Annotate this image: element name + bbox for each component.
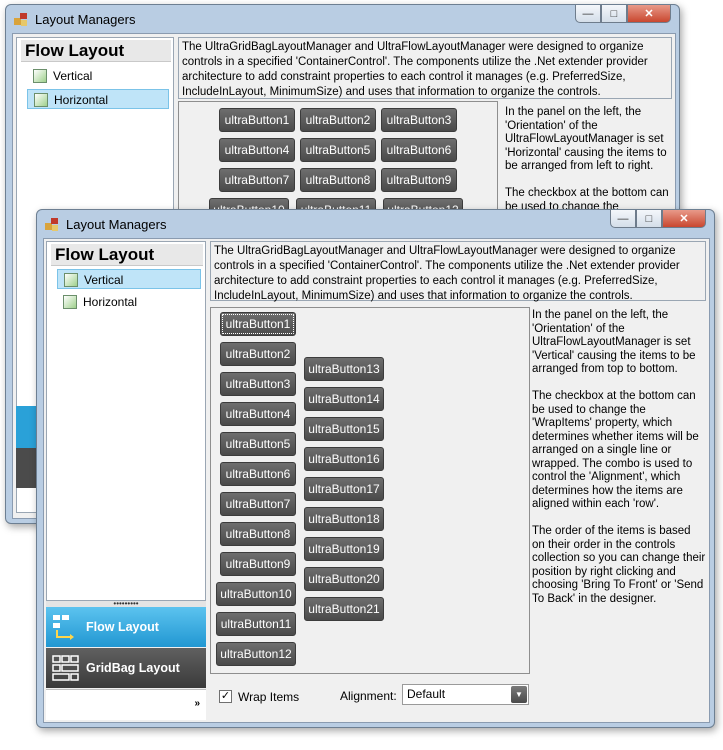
ultra-button[interactable]: ultraButton2 [300,108,376,132]
ultra-button[interactable]: ultraButton11 [216,612,296,636]
description-text: The UltraGridBagLayoutManager and UltraF… [178,37,672,99]
ultra-button[interactable]: ultraButton8 [300,168,376,192]
ultra-button[interactable]: ultraButton9 [220,552,296,576]
ultra-button[interactable]: ultraButton20 [304,567,384,591]
front-flow-panel: ultraButton1 ultraButton2 ultraButton3 ultr… [210,307,530,674]
ultra-button[interactable]: ultraButton14 [304,387,384,411]
back-titlebar[interactable]: Layout Managers — □ ✕ [6,5,679,33]
ultra-button[interactable]: ultraButton5 [220,432,296,456]
ultra-button[interactable]: ultraButton13 [304,357,384,381]
ultra-button[interactable]: ultraButton5 [300,138,376,162]
ultra-button[interactable]: ultraButton4 [219,138,295,162]
ultra-button[interactable]: ultraButton21 [304,597,384,621]
outlook-group-label: Flow Layout [86,620,159,634]
app-icon [14,13,28,27]
back-flow-panel: ultraButton1 ultraButton2 ultraButton3 u… [178,101,498,222]
gridbag-layout-icon [52,655,79,681]
nav-item-vertical[interactable]: Vertical [57,269,201,289]
ultra-button[interactable]: ultraButton7 [220,492,296,516]
ultra-button[interactable]: ultraButton10 [216,582,296,606]
ultra-button[interactable]: ultraButton19 [304,537,384,561]
ultra-button[interactable]: ultraButton8 [220,522,296,546]
window-title: Layout Managers [66,217,167,232]
nav-item-horizontal[interactable]: Horizontal [27,89,169,109]
maximize-button[interactable]: □ [636,210,662,228]
close-button[interactable]: ✕ [627,5,671,23]
ultra-button[interactable]: ultraButton15 [304,417,384,441]
outlook-group-gridbag-layout[interactable]: GridBag Layout [46,648,206,688]
minimize-button[interactable]: — [575,5,601,23]
wrap-items-label: Wrap Items [238,690,300,704]
ultra-button[interactable]: ultraButton3 [381,108,457,132]
nav-header: Flow Layout [51,244,203,266]
layout-node-icon [34,93,48,107]
window-title: Layout Managers [35,12,136,27]
flow-layout-icon [53,615,74,640]
nav-item-label: Vertical [53,69,93,83]
alignment-value: Default [407,687,446,701]
ultra-button[interactable]: ultraButton2 [220,342,296,366]
ultra-button[interactable]: ultraButton16 [304,447,384,471]
ultra-button[interactable]: ultraButton6 [220,462,296,486]
ultra-button[interactable]: ultraButton4 [220,402,296,426]
ultra-button[interactable]: ultraButton17 [304,477,384,501]
nav-header: Flow Layout [21,40,171,62]
maximize-button[interactable]: □ [601,5,627,23]
layout-node-icon [64,273,78,287]
ultra-button[interactable]: ultraButton1 [219,108,295,132]
ultra-button[interactable]: ultraButton1 [220,312,296,336]
ultra-button[interactable]: ultraButton6 [381,138,457,162]
nav-item-label: Horizontal [83,295,138,309]
ultra-button[interactable]: ultraButton12 [216,642,296,666]
ultra-button[interactable]: ultraButton18 [304,507,384,531]
description-text: The UltraGridBagLayoutManager and UltraF… [210,241,706,302]
nav-item-label: Vertical [84,273,124,287]
front-nav-tree: Flow Layout Vertical Horizontal [46,241,206,601]
layout-node-icon [63,295,77,309]
front-window: Layout Managers — □ ✕ Flow Layout Vertic… [36,209,715,728]
ultra-button[interactable]: ultraButton9 [381,168,457,192]
front-titlebar[interactable]: Layout Managers — □ ✕ [37,210,714,238]
explanation-text: In the panel on the left, the 'Orientati… [505,106,669,211]
layout-node-icon [33,69,47,83]
chevron-down-icon[interactable]: » [194,698,200,709]
nav-item-label: Horizontal [54,93,109,107]
outlook-group-label: GridBag Layout [86,661,180,675]
wrap-items-checkbox[interactable]: ✓ [219,690,232,703]
explanation-text: In the panel on the left, the 'Orientati… [532,309,706,605]
alignment-combo[interactable]: Default ▼ [402,684,529,705]
minimize-button[interactable]: — [610,210,636,228]
outlook-overflow-area: » [46,689,206,720]
chevron-down-icon[interactable]: ▼ [511,686,527,703]
ultra-button[interactable]: ultraButton7 [219,168,295,192]
alignment-label: Alignment: [340,689,397,703]
nav-item-horizontal[interactable]: Horizontal [57,292,201,312]
front-client: Flow Layout Vertical Horizontal ••••••••… [43,238,710,723]
outlook-group-flow-layout[interactable]: Flow Layout [46,607,206,647]
ultra-button[interactable]: ultraButton3 [220,372,296,396]
app-icon [45,218,59,232]
close-button[interactable]: ✕ [662,210,706,228]
nav-item-vertical[interactable]: Vertical [27,66,169,86]
